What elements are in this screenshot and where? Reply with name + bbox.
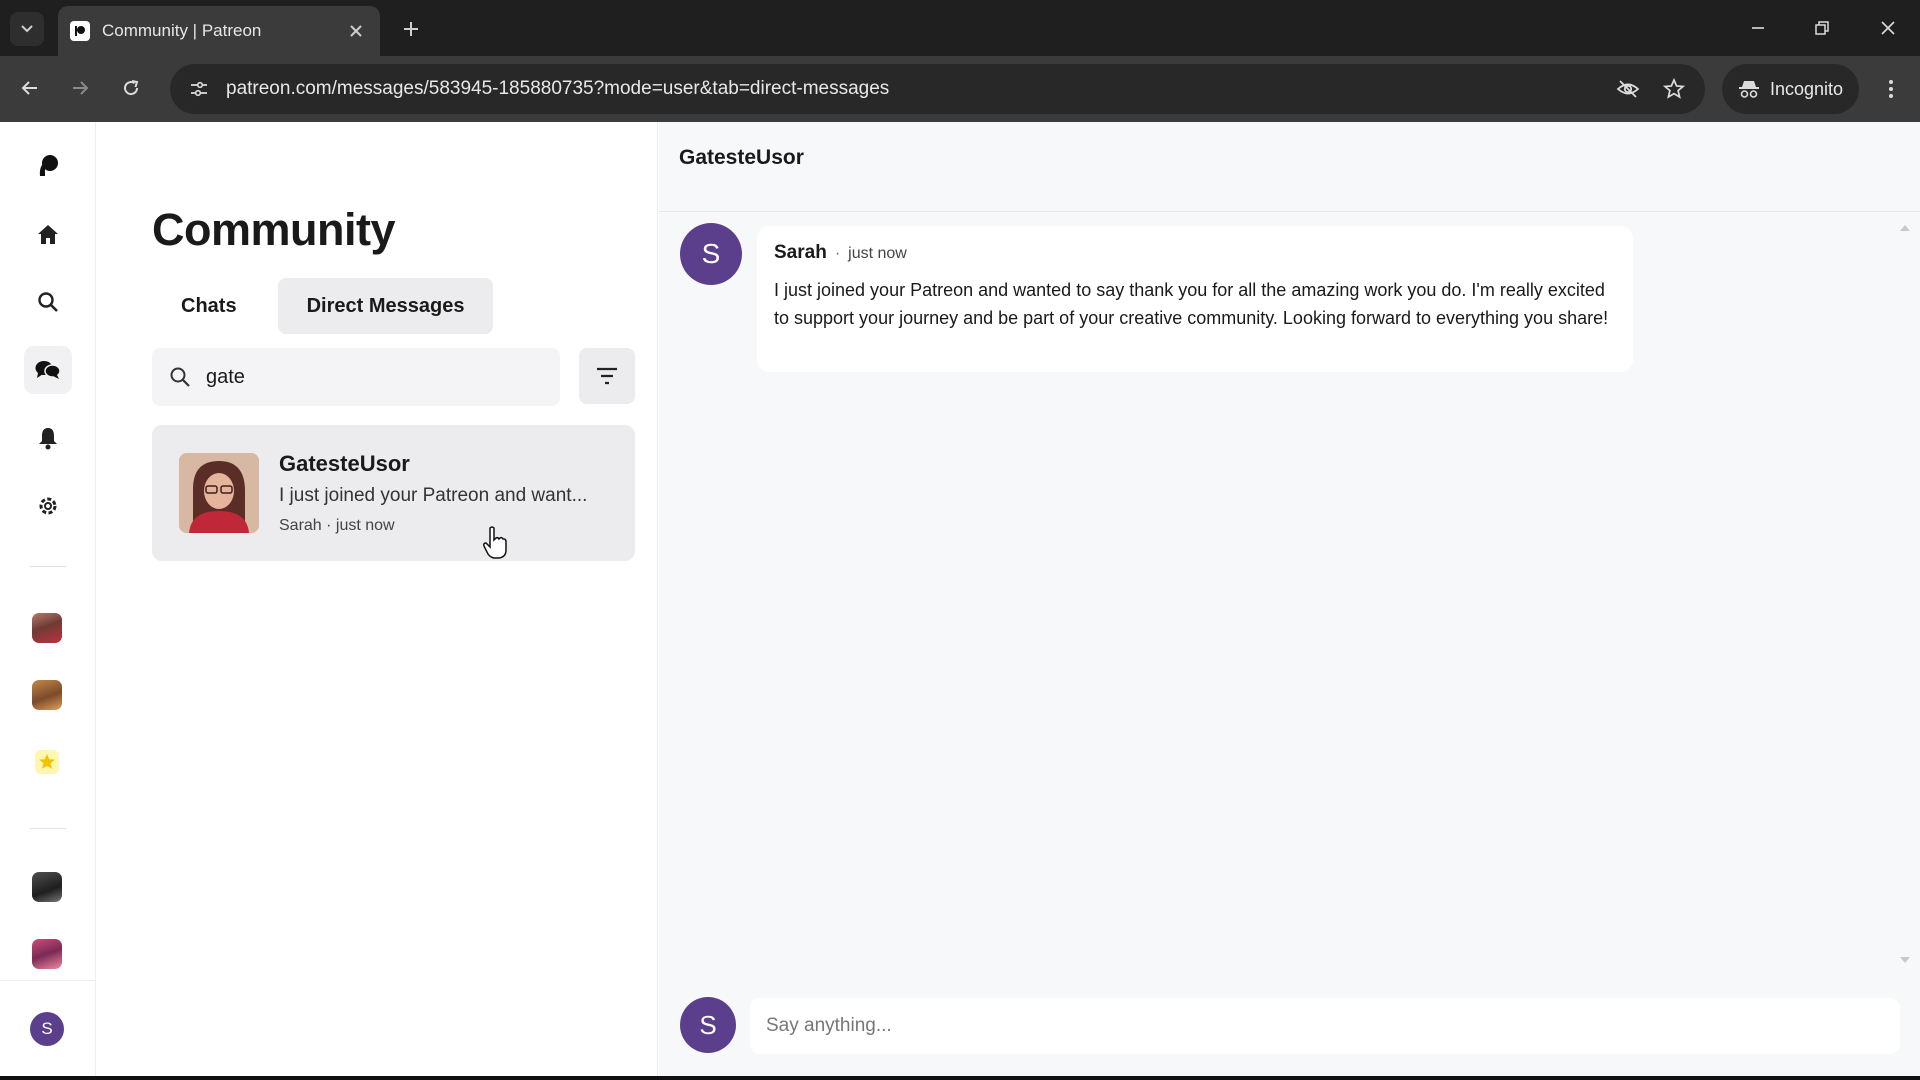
plus-icon <box>404 22 418 36</box>
patreon-favicon-icon <box>70 21 90 41</box>
arrow-left-icon <box>21 81 37 95</box>
taskbar-edge <box>0 1076 1920 1080</box>
composer-avatar: S <box>680 997 736 1053</box>
home-icon <box>38 225 58 244</box>
back-button[interactable] <box>13 71 47 105</box>
close-window-button[interactable] <box>1866 10 1910 46</box>
creator-avatar-5[interactable] <box>32 939 62 969</box>
message-input[interactable] <box>750 998 1900 1054</box>
app-nav-rail: S <box>0 122 96 1080</box>
rail-divider <box>0 980 96 981</box>
new-tab-button[interactable] <box>396 14 426 44</box>
browser-tab[interactable]: Community | Patreon <box>58 6 380 56</box>
search-input[interactable]: gate <box>206 366 245 389</box>
patreon-logo-icon <box>39 155 58 176</box>
conversation-list-panel: Community Chats Direct Messages gate Gat… <box>97 122 658 1080</box>
eye-off-icon[interactable] <box>1613 74 1643 104</box>
message-header: Sarah · just now <box>774 242 1616 264</box>
conversation-item[interactable]: GatesteUsor I just joined your Patreon a… <box>152 425 635 561</box>
page-title: Community <box>152 204 396 255</box>
reload-icon <box>124 80 139 96</box>
creator-avatar-3[interactable] <box>32 747 62 777</box>
rail-divider <box>30 828 66 829</box>
message-separator: · <box>834 245 841 262</box>
reload-button[interactable] <box>114 71 148 105</box>
search-icon <box>38 292 58 312</box>
gear-icon <box>39 497 57 515</box>
conversation-preview: I just joined your Patreon and want... <box>279 485 588 506</box>
browser-menu-button[interactable] <box>1874 72 1908 106</box>
minimize-window-button[interactable] <box>1736 10 1780 46</box>
bookmark-star-icon[interactable] <box>1659 74 1689 104</box>
incognito-label: Incognito <box>1770 78 1844 99</box>
close-icon <box>1881 21 1895 35</box>
chat-header: GatesteUsor <box>659 122 1920 212</box>
chat-title: GatesteUsor <box>679 146 804 169</box>
nav-home[interactable] <box>24 210 72 258</box>
incognito-indicator[interactable]: Incognito <box>1722 64 1860 114</box>
scroll-up-arrow-icon[interactable] <box>1899 222 1911 234</box>
nav-settings[interactable] <box>24 482 72 530</box>
site-info-icon[interactable] <box>186 76 212 102</box>
restore-icon <box>1815 21 1829 35</box>
message-bubble: Sarah · just now I just joined your Patr… <box>757 226 1633 372</box>
tab-title: Community | Patreon <box>102 21 262 40</box>
tab-direct-messages[interactable]: Direct Messages <box>277 278 494 334</box>
message-timestamp: just now <box>848 245 907 262</box>
tab-chats[interactable]: Chats <box>152 278 266 334</box>
url-text[interactable]: patreon.com/messages/583945-185880735?mo… <box>226 78 1597 100</box>
community-tabs: Chats Direct Messages <box>152 278 494 334</box>
forward-button[interactable] <box>63 71 97 105</box>
scroll-down-arrow-icon[interactable] <box>1899 954 1911 966</box>
chat-bubbles-icon <box>35 361 61 379</box>
filter-icon <box>597 367 617 385</box>
address-bar[interactable]: patreon.com/messages/583945-185880735?mo… <box>170 64 1705 114</box>
more-vertical-icon <box>1889 80 1893 98</box>
browser-toolbar: patreon.com/messages/583945-185880735?mo… <box>0 56 1920 122</box>
star-icon <box>35 750 59 774</box>
chat-panel: GatesteUsor S Sarah · just now I just jo… <box>659 122 1920 1080</box>
tab-search-button[interactable] <box>10 12 44 46</box>
arrow-right-icon <box>73 81 89 95</box>
conversation-name: GatesteUsor <box>279 451 410 476</box>
message-author[interactable]: Sarah <box>774 242 827 264</box>
restore-window-button[interactable] <box>1800 10 1844 46</box>
conversation-meta: Sarah · just now <box>279 517 395 534</box>
creator-avatar-1[interactable] <box>32 613 62 643</box>
message-text: I just joined your Patreon and wanted to… <box>774 280 1609 328</box>
filter-button[interactable] <box>579 348 635 404</box>
creator-avatar-2[interactable] <box>32 680 62 710</box>
minimize-icon <box>1752 27 1764 29</box>
message-author-avatar[interactable]: S <box>680 223 742 285</box>
chevron-down-icon <box>21 25 33 33</box>
nav-search[interactable] <box>24 278 72 326</box>
nav-community[interactable] <box>24 346 72 394</box>
creator-avatar-4[interactable] <box>32 872 62 902</box>
search-box[interactable]: gate <box>152 348 560 406</box>
bell-icon <box>39 428 57 450</box>
user-avatar[interactable]: S <box>30 1012 64 1046</box>
patreon-logo[interactable] <box>24 142 72 190</box>
hand-pointer-cursor-icon <box>483 526 507 559</box>
incognito-icon <box>1739 81 1759 98</box>
rail-divider <box>30 566 66 567</box>
nav-notifications[interactable] <box>24 414 72 462</box>
search-icon <box>168 365 192 389</box>
close-tab-icon[interactable] <box>344 19 368 43</box>
browser-tab-strip: Community | Patreon <box>0 0 1920 56</box>
conversation-avatar <box>179 453 259 533</box>
